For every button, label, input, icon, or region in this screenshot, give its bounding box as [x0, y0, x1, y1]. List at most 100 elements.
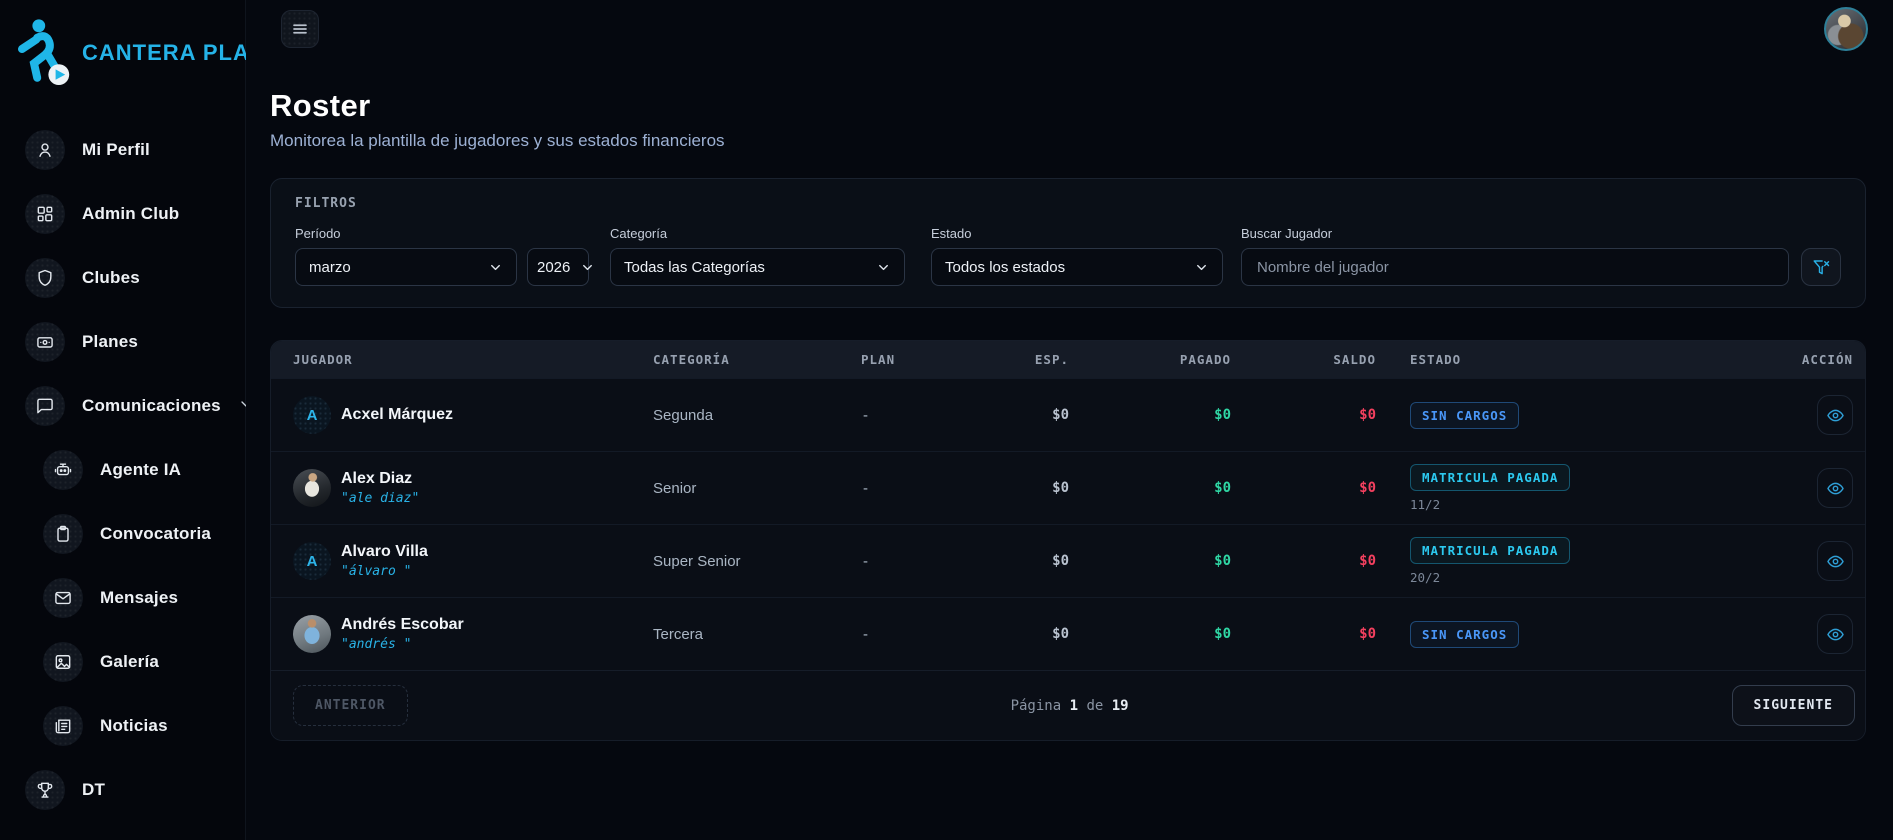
- status-badge: MATRICULA PAGADA: [1410, 537, 1571, 564]
- player-name: Alex Diaz: [341, 470, 413, 487]
- avatar-initial: A: [306, 406, 318, 424]
- status-field: Estado Todos los estados: [931, 226, 1223, 286]
- period-month-value: marzo: [309, 258, 351, 276]
- player-name: Andrés Escobar: [341, 616, 464, 633]
- sidebar-item-label: Admin Club: [82, 204, 180, 223]
- chevron-down-icon: [491, 264, 500, 270]
- search-label: Buscar Jugador: [1241, 226, 1333, 241]
- user-icon: [25, 130, 65, 170]
- col-saldo: SALDO: [1333, 352, 1376, 367]
- col-esp: ESP.: [1034, 352, 1069, 367]
- player-pagado: $0: [1214, 553, 1231, 569]
- sidebar-item-label: Convocatoria: [100, 524, 212, 543]
- chevron-down-icon: [879, 264, 888, 270]
- soccer-player-play-icon: [18, 19, 70, 85]
- sidebar-item-mi-perfil[interactable]: Mi Perfil: [0, 118, 245, 182]
- sidebar-item-planes[interactable]: Planes: [0, 310, 245, 374]
- sidebar: CANTERA PLAY Mi Perfil Admin Club Clubes: [0, 0, 263, 840]
- col-accion: ACCIÓN: [1801, 352, 1853, 367]
- sidebar-item-convocatoria[interactable]: Convocatoria: [0, 502, 245, 566]
- view-player-button[interactable]: [1817, 395, 1853, 435]
- player-name: Acxel Márquez: [341, 406, 454, 423]
- category-field: Categoría Todas las Categorías: [610, 226, 905, 286]
- shield-icon: [25, 258, 65, 298]
- status-badge: SIN CARGOS: [1410, 620, 1520, 648]
- page-content: Roster Monitorea la plantilla de jugador…: [246, 58, 1893, 741]
- filter-x-icon: [1813, 260, 1830, 275]
- player-plan: -: [863, 479, 868, 497]
- robot-icon: [43, 450, 83, 490]
- player-category: Tercera: [653, 625, 704, 643]
- sidebar-item-admin-club[interactable]: Admin Club: [0, 182, 245, 246]
- chevron-down-icon: [583, 264, 593, 270]
- previous-page-button[interactable]: ANTERIOR: [293, 685, 408, 726]
- period-year-select[interactable]: 2026: [527, 248, 593, 286]
- sidebar-item-dt[interactable]: DT: [0, 758, 245, 822]
- trophy-icon: [25, 770, 65, 810]
- player-avatar: A: [293, 396, 331, 434]
- eye-icon: [1826, 409, 1844, 421]
- view-player-button[interactable]: [1817, 541, 1853, 581]
- grid-icon: [25, 194, 65, 234]
- player-plan: -: [863, 552, 868, 570]
- player-avatar: [293, 615, 331, 653]
- sidebar-item-label: Mi Perfil: [82, 140, 150, 159]
- view-player-button[interactable]: [1817, 614, 1853, 654]
- table-row: Andrés Escobar "andrés " Tercera - $0 $0…: [271, 597, 1865, 670]
- brand-logo[interactable]: CANTERA PLAY: [0, 0, 263, 90]
- view-player-button[interactable]: [1817, 468, 1853, 508]
- main-area: Roster Monitorea la plantilla de jugador…: [246, 0, 1893, 840]
- eye-icon: [1826, 555, 1844, 567]
- sidebar-item-label: Galería: [100, 652, 160, 671]
- sidebar-item-mensajes[interactable]: Mensajes: [0, 566, 245, 630]
- filters-panel: FILTROS Período marzo 2026 Categoría Tod…: [270, 178, 1866, 308]
- menu-button[interactable]: [281, 10, 319, 48]
- pagination: ANTERIOR Página 1 de 19 SIGUIENTE: [271, 670, 1865, 740]
- table-row: A Acxel Márquez Segunda - $0 $0 $0 SIN C…: [271, 378, 1865, 451]
- chat-icon: [25, 386, 65, 426]
- user-avatar[interactable]: [1824, 7, 1868, 51]
- page-separator: de: [1086, 697, 1104, 714]
- player-saldo: $0: [1359, 407, 1376, 423]
- total-pages: 19: [1111, 697, 1129, 714]
- chevron-down-icon: [1197, 264, 1206, 270]
- player-pagado: $0: [1214, 480, 1231, 496]
- status-select[interactable]: Todos los estados: [931, 248, 1223, 286]
- roster-table: JUGADOR CATEGORÍA PLAN ESP. PAGADO SALDO…: [270, 340, 1866, 741]
- next-page-button[interactable]: SIGUIENTE: [1731, 685, 1855, 726]
- player-category: Segunda: [653, 406, 714, 424]
- period-field: Período marzo 2026: [295, 226, 593, 286]
- sidebar-nav: Mi Perfil Admin Club Clubes Planes Comun…: [0, 118, 251, 822]
- player-nickname: "álvaro ": [341, 564, 412, 579]
- page-subtitle: Monitorea la plantilla de jugadores y su…: [270, 131, 725, 150]
- period-month-select[interactable]: marzo: [295, 248, 517, 286]
- table-header: JUGADOR CATEGORÍA PLAN ESP. PAGADO SALDO…: [271, 341, 1865, 378]
- hamburger-icon: [293, 24, 307, 34]
- brand-name: CANTERA PLAY: [82, 40, 264, 65]
- player-avatar: [293, 469, 331, 507]
- status-sub: 20/2: [1410, 570, 1441, 585]
- mail-icon: [43, 578, 83, 618]
- sidebar-item-galeria[interactable]: Galería: [0, 630, 245, 694]
- sidebar-item-agente-ia[interactable]: Agente IA: [0, 438, 245, 502]
- category-select[interactable]: Todas las Categorías: [610, 248, 905, 286]
- col-pagado: PAGADO: [1179, 352, 1231, 367]
- avatar-initial: A: [306, 552, 318, 570]
- sidebar-item-label: DT: [82, 780, 106, 799]
- clear-filters-button[interactable]: [1801, 248, 1841, 286]
- search-input[interactable]: [1241, 248, 1789, 286]
- player-saldo: $0: [1359, 553, 1376, 569]
- sidebar-item-comunicaciones[interactable]: Comunicaciones: [0, 374, 251, 438]
- sidebar-item-noticias[interactable]: Noticias: [0, 694, 245, 758]
- player-saldo: $0: [1359, 480, 1376, 496]
- page-indicator: Página 1 de 19: [1011, 698, 1129, 714]
- col-categoria: CATEGORÍA: [653, 352, 730, 367]
- player-esp: $0: [1052, 407, 1069, 423]
- player-nickname: "ale diaz": [341, 491, 420, 506]
- sidebar-item-clubes[interactable]: Clubes: [0, 246, 245, 310]
- sidebar-item-label: Planes: [82, 332, 139, 351]
- page-label: Página: [1010, 697, 1062, 714]
- eye-icon: [1826, 628, 1844, 640]
- table-row: A Alvaro Villa "álvaro " Super Senior - …: [271, 524, 1865, 597]
- sidebar-item-label: Noticias: [100, 716, 168, 735]
